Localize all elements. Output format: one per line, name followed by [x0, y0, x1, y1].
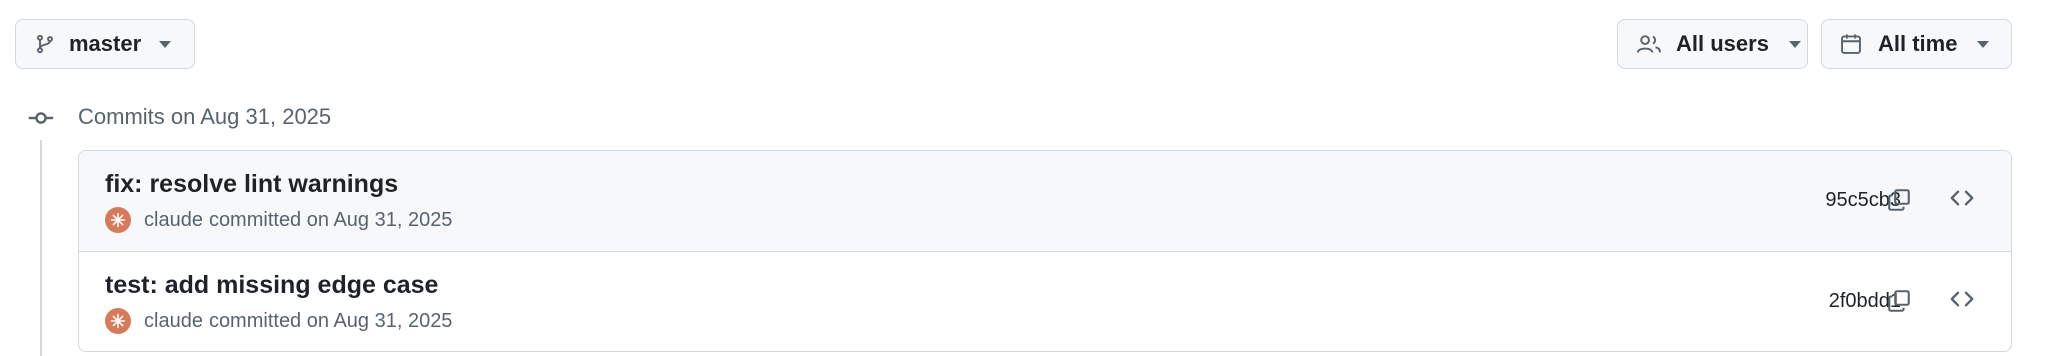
- people-icon: [1636, 33, 1662, 55]
- commit-row: test: add missing edge case claude commi…: [79, 251, 2011, 351]
- time-filter-label: All time: [1878, 31, 1958, 56]
- chevron-down-icon: [159, 40, 172, 48]
- timeline-line: [40, 140, 42, 356]
- commit-title-link[interactable]: fix: resolve lint warnings: [105, 169, 398, 199]
- commit-author-link[interactable]: claude: [144, 310, 203, 333]
- users-filter-label: All users: [1676, 31, 1769, 56]
- commit-title-link[interactable]: test: add missing edge case: [105, 270, 438, 300]
- git-branch-icon: [35, 33, 55, 55]
- commit-meta: claude committed on Aug 31, 2025: [105, 308, 452, 334]
- code-icon[interactable]: [1949, 288, 1975, 315]
- copy-icon[interactable]: [1887, 187, 1911, 218]
- commit-group-title: Commits on Aug 31, 2025: [78, 104, 332, 129]
- git-commit-icon: [28, 105, 54, 136]
- commit-date: committed on Aug 31, 2025: [208, 208, 453, 231]
- avatar[interactable]: [105, 308, 131, 334]
- commit-list: fix: resolve lint warnings claude commit…: [78, 150, 2012, 352]
- code-icon[interactable]: [1949, 187, 1975, 214]
- time-filter-button[interactable]: All time: [1821, 19, 2012, 69]
- branch-label: master: [69, 31, 142, 56]
- chevron-down-icon: [1977, 40, 1990, 48]
- users-filter-button[interactable]: All users: [1617, 19, 1808, 69]
- commit-author-link[interactable]: claude: [144, 209, 203, 232]
- commit-date: committed on Aug 31, 2025: [208, 309, 453, 332]
- commit-meta: claude committed on Aug 31, 2025: [105, 207, 452, 233]
- commits-page: master All users All time Commits on Aug…: [0, 0, 2048, 356]
- calendar-icon: [1840, 32, 1862, 56]
- commit-row: fix: resolve lint warnings claude commit…: [79, 151, 2011, 251]
- copy-icon[interactable]: [1887, 288, 1911, 319]
- branch-selector-button[interactable]: master: [15, 19, 195, 69]
- avatar[interactable]: [105, 207, 131, 233]
- chevron-down-icon: [1788, 40, 1801, 48]
